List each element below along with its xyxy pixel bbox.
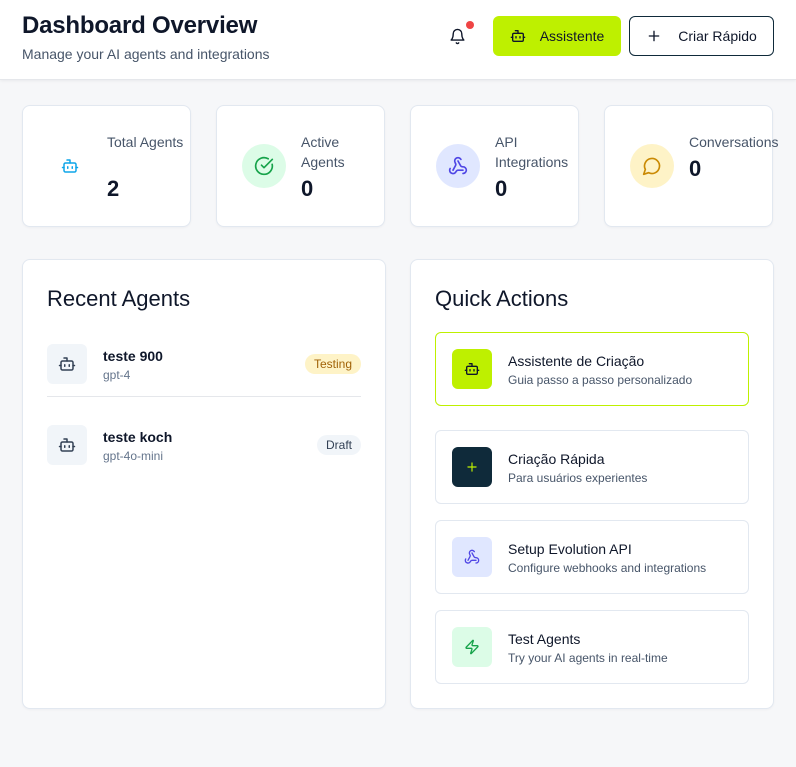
webhook-icon xyxy=(464,549,480,564)
qa-desc: Try your AI agents in real-time xyxy=(508,651,668,665)
quick-action-setup-evolution-api[interactable]: Setup Evolution API Configure webhooks a… xyxy=(435,520,749,594)
notifications-button[interactable] xyxy=(445,24,469,48)
qa-title: Criação Rápida xyxy=(508,451,605,467)
agent-row[interactable]: teste 900 gpt-4 Testing xyxy=(47,344,361,404)
recent-agents-title: Recent Agents xyxy=(47,286,191,311)
qa-desc: Guia passo a passo personalizado xyxy=(508,373,693,387)
agent-model: gpt-4 xyxy=(103,368,131,382)
criar-rapido-label: Criar Rápido xyxy=(678,28,757,44)
plus-icon xyxy=(648,30,660,42)
stat-card-api-integrations: API Integrations 0 xyxy=(410,105,579,227)
stat-icon-wrap xyxy=(242,144,286,188)
stat-label: Conversations xyxy=(689,134,779,150)
qa-desc: Para usuários experientes xyxy=(508,471,648,485)
criar-rapido-button[interactable]: Criar Rápido xyxy=(629,16,774,56)
agent-name: teste 900 xyxy=(103,348,163,364)
stat-card-conversations: Conversations 0 xyxy=(604,105,779,227)
bot-icon xyxy=(510,30,526,42)
stat-label: Total Agents xyxy=(107,134,184,150)
qa-title: Assistente de Criação xyxy=(508,353,645,369)
qa-icon-wrap xyxy=(452,447,492,487)
stat-card-total-agents: Total Agents 2 xyxy=(22,105,191,227)
qa-icon-wrap xyxy=(452,627,492,667)
top-header: Dashboard Overview Manage your AI agents… xyxy=(0,0,796,80)
stat-icon-wrap xyxy=(630,144,674,188)
bell-icon xyxy=(449,28,465,44)
notification-dot xyxy=(466,21,474,29)
qa-icon-wrap xyxy=(452,537,492,577)
check-circle-icon xyxy=(254,156,274,176)
stat-card-active-agents: Active Agents 0 xyxy=(216,105,385,227)
agent-model: gpt-4o-mini xyxy=(103,449,164,463)
stat-label: API Integrations xyxy=(495,134,569,170)
quick-actions-panel: Quick Actions Assistente de Criação Guia… xyxy=(410,259,774,709)
zap-icon xyxy=(465,639,479,655)
stat-label: Active Agents xyxy=(301,134,345,170)
quick-action-assistente-criacao[interactable]: Assistente de Criação Guia passo a passo… xyxy=(435,332,749,406)
agent-name: teste koch xyxy=(103,429,173,445)
bot-icon xyxy=(58,357,76,371)
quick-action-test-agents[interactable]: Test Agents Try your AI agents in real-t… xyxy=(435,610,749,684)
page-title: Dashboard Overview xyxy=(22,12,258,39)
qa-title: Test Agents xyxy=(508,631,581,647)
status-badge: Testing xyxy=(304,354,361,374)
quick-actions-title: Quick Actions xyxy=(435,286,569,311)
assistente-label: Assistente xyxy=(539,28,605,44)
stat-value: 0 xyxy=(301,176,314,201)
webhook-icon xyxy=(448,156,468,175)
stat-icon-wrap xyxy=(436,144,480,188)
bot-icon xyxy=(61,159,79,173)
status-badge: Draft xyxy=(316,435,361,455)
plus-icon xyxy=(467,462,477,472)
qa-icon-wrap xyxy=(452,349,492,389)
agent-avatar xyxy=(47,344,87,384)
agent-avatar xyxy=(47,425,87,465)
stat-value: 0 xyxy=(495,176,508,201)
bot-icon xyxy=(58,438,76,452)
assistente-button[interactable]: Assistente xyxy=(493,16,621,56)
quick-action-criacao-rapida[interactable]: Criação Rápida Para usuários experientes xyxy=(435,430,749,504)
recent-agents-panel: Recent Agents teste 900 gpt-4 Testing te… xyxy=(22,259,386,709)
message-circle-icon xyxy=(642,157,661,176)
bot-icon xyxy=(464,363,480,375)
stat-value: 2 xyxy=(107,176,120,201)
page-subtitle: Manage your AI agents and integrations xyxy=(22,46,270,62)
qa-title: Setup Evolution API xyxy=(508,541,632,557)
qa-desc: Configure webhooks and integrations xyxy=(508,561,707,575)
row-divider xyxy=(47,396,361,397)
agent-row[interactable]: teste koch gpt-4o-mini Draft xyxy=(47,425,361,485)
stat-value: 0 xyxy=(689,156,702,181)
stat-icon-wrap xyxy=(48,144,92,188)
